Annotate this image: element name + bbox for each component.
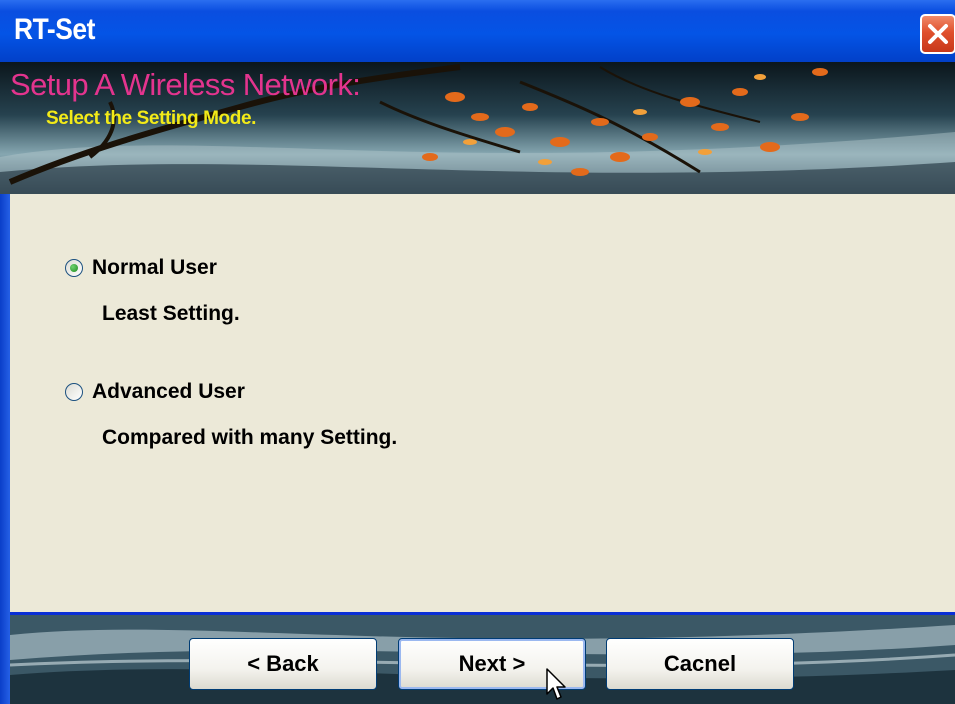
option-description: Compared with many Setting. [102, 426, 398, 449]
cancel-button[interactable]: Cacnel [606, 638, 794, 690]
mouse-pointer-icon [546, 668, 566, 700]
content-panel: Normal User Least Setting. Advanced User… [10, 194, 955, 612]
window-border [0, 194, 10, 704]
header-banner: Setup A Wireless Network: Select the Set… [0, 62, 955, 194]
close-button[interactable] [920, 14, 955, 54]
radio-advanced-user[interactable]: Advanced User [65, 380, 245, 404]
banner-title: Setup A Wireless Network: [10, 67, 361, 102]
radio-button-unchecked[interactable] [65, 383, 83, 401]
close-icon [928, 24, 948, 44]
title-bar[interactable]: RT-Set [0, 0, 955, 62]
back-button[interactable]: < Back [189, 638, 377, 690]
wizard-window: RT-Set Setup A Wireless Network: Select … [0, 0, 955, 704]
window-title: RT-Set [14, 13, 95, 46]
radio-button-checked[interactable] [65, 259, 83, 277]
radio-normal-user[interactable]: Normal User [65, 256, 217, 280]
option-label[interactable]: Normal User [92, 256, 217, 280]
banner-subtitle: Select the Setting Mode. [46, 108, 256, 129]
option-description: Least Setting. [102, 302, 240, 325]
option-label[interactable]: Advanced User [92, 380, 245, 404]
